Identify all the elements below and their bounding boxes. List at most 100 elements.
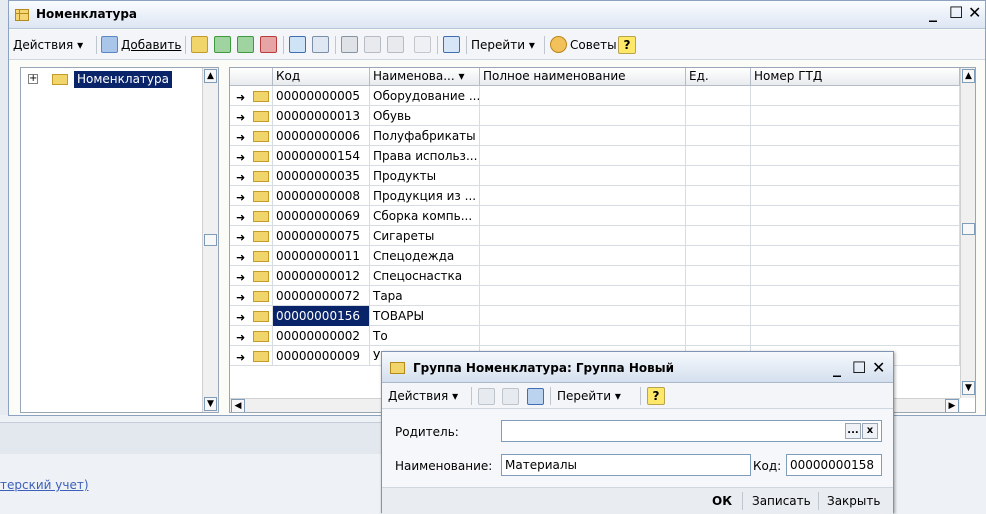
- cell-unit[interactable]: [686, 166, 751, 186]
- goto-menu[interactable]: Перейти ▾: [471, 35, 535, 55]
- table-row[interactable]: ➜ 00000000012 Спецоснастка: [230, 266, 960, 286]
- tree-scrollbar[interactable]: ▲ ▼: [202, 68, 218, 412]
- refresh-icon[interactable]: [527, 388, 544, 405]
- table-row[interactable]: ➜ 00000000035 Продукты: [230, 166, 960, 186]
- background-link[interactable]: терский учет): [0, 478, 89, 492]
- add-button[interactable]: Добавить: [121, 35, 181, 55]
- cell-name[interactable]: Спецоснастка: [370, 266, 480, 286]
- cell-gtd[interactable]: [751, 306, 960, 326]
- save-button[interactable]: Записать: [752, 494, 811, 508]
- table-row[interactable]: ➜ 00000000075 Сигареты: [230, 226, 960, 246]
- table-row[interactable]: ➜ 00000000011 Спецодежда: [230, 246, 960, 266]
- cell-unit[interactable]: [686, 86, 751, 106]
- cell-full-name[interactable]: [480, 106, 686, 126]
- cell-full-name[interactable]: [480, 206, 686, 226]
- parent-select-button[interactable]: ...: [845, 423, 861, 439]
- cell-name[interactable]: Права использ...: [370, 146, 480, 166]
- actions-menu[interactable]: Действия ▾: [13, 35, 83, 55]
- filter-history-icon[interactable]: [387, 36, 404, 53]
- copy-icon[interactable]: [214, 36, 231, 53]
- cell-full-name[interactable]: [480, 166, 686, 186]
- edit-icon[interactable]: [237, 36, 254, 53]
- next-icon[interactable]: [502, 388, 519, 405]
- cell-name[interactable]: Тара: [370, 286, 480, 306]
- minimize-button[interactable]: _: [929, 5, 937, 21]
- cell-code[interactable]: 00000000072: [273, 286, 370, 306]
- cell-unit[interactable]: [686, 246, 751, 266]
- cell-unit[interactable]: [686, 306, 751, 326]
- column-header-code[interactable]: Код: [273, 68, 370, 86]
- cell-code[interactable]: 00000000013: [273, 106, 370, 126]
- hierarchy-icon[interactable]: [289, 36, 306, 53]
- cell-gtd[interactable]: [751, 206, 960, 226]
- cell-name[interactable]: Сборка компь...: [370, 206, 480, 226]
- cell-code[interactable]: 00000000154: [273, 146, 370, 166]
- column-header-gtd[interactable]: Номер ГТД: [751, 68, 960, 86]
- cell-gtd[interactable]: [751, 126, 960, 146]
- cell-code[interactable]: 00000000008: [273, 186, 370, 206]
- cell-name[interactable]: Продукты: [370, 166, 480, 186]
- cell-code[interactable]: 00000000069: [273, 206, 370, 226]
- table-row[interactable]: ➜ 00000000156 ТОВАРЫ: [230, 306, 960, 326]
- cell-unit[interactable]: [686, 146, 751, 166]
- column-header-name[interactable]: Наименова... ▾: [370, 68, 480, 86]
- cell-code[interactable]: 00000000009: [273, 346, 370, 366]
- table-row[interactable]: ➜ 00000000013 Обувь: [230, 106, 960, 126]
- dialog-goto-menu[interactable]: Перейти ▾: [557, 386, 621, 406]
- dialog-close-button[interactable]: ✕: [872, 360, 885, 376]
- dialog-maximize-button[interactable]: ☐: [852, 360, 866, 376]
- table-row[interactable]: ➜ 00000000069 Сборка компь...: [230, 206, 960, 226]
- cell-unit[interactable]: [686, 326, 751, 346]
- cell-name[interactable]: Сигареты: [370, 226, 480, 246]
- cell-name[interactable]: Оборудование ...: [370, 86, 480, 106]
- cell-gtd[interactable]: [751, 326, 960, 346]
- scroll-right-icon[interactable]: ▶: [945, 399, 959, 412]
- table-row[interactable]: ➜ 00000000005 Оборудование ...: [230, 86, 960, 106]
- code-field[interactable]: 00000000158: [786, 454, 882, 476]
- dialog-minimize-button[interactable]: _: [833, 360, 841, 376]
- refresh-icon[interactable]: [443, 36, 460, 53]
- column-header-unit[interactable]: Ед.: [686, 68, 751, 86]
- table-row[interactable]: ➜ 00000000006 Полуфабрикаты: [230, 126, 960, 146]
- close-dialog-button[interactable]: Закрыть: [827, 494, 880, 508]
- scroll-thumb[interactable]: [204, 234, 217, 246]
- cell-gtd[interactable]: [751, 226, 960, 246]
- cell-gtd[interactable]: [751, 86, 960, 106]
- scroll-up-icon[interactable]: ▲: [962, 69, 975, 83]
- cell-full-name[interactable]: [480, 86, 686, 106]
- clear-filter-icon[interactable]: [414, 36, 431, 53]
- scroll-up-icon[interactable]: ▲: [204, 69, 217, 83]
- dialog-help-button[interactable]: ?: [647, 387, 665, 405]
- cell-name[interactable]: ТОВАРЫ: [370, 306, 480, 326]
- cell-gtd[interactable]: [751, 246, 960, 266]
- prev-icon[interactable]: [478, 388, 495, 405]
- cell-name[interactable]: Обувь: [370, 106, 480, 126]
- cell-unit[interactable]: [686, 186, 751, 206]
- cell-unit[interactable]: [686, 266, 751, 286]
- filter-list-icon[interactable]: [364, 36, 381, 53]
- cell-full-name[interactable]: [480, 286, 686, 306]
- cell-name[interactable]: То: [370, 326, 480, 346]
- cell-name[interactable]: Полуфабрикаты: [370, 126, 480, 146]
- close-button[interactable]: ✕: [968, 5, 981, 21]
- table-row[interactable]: ➜ 00000000008 Продукция из ...: [230, 186, 960, 206]
- delete-icon[interactable]: [260, 36, 277, 53]
- cell-code[interactable]: 00000000012: [273, 266, 370, 286]
- cell-unit[interactable]: [686, 126, 751, 146]
- table-vscrollbar[interactable]: ▲ ▼: [960, 68, 975, 398]
- cell-gtd[interactable]: [751, 286, 960, 306]
- cell-full-name[interactable]: [480, 246, 686, 266]
- cell-gtd[interactable]: [751, 166, 960, 186]
- scroll-thumb[interactable]: [962, 223, 975, 235]
- name-field[interactable]: Материалы: [501, 454, 751, 476]
- cell-code[interactable]: 00000000011: [273, 246, 370, 266]
- cell-gtd[interactable]: [751, 106, 960, 126]
- scroll-down-icon[interactable]: ▼: [204, 397, 217, 411]
- cell-full-name[interactable]: [480, 226, 686, 246]
- cell-unit[interactable]: [686, 226, 751, 246]
- filter-icon[interactable]: [341, 36, 358, 53]
- cell-code[interactable]: 00000000075: [273, 226, 370, 246]
- cell-name[interactable]: Продукция из ...: [370, 186, 480, 206]
- cell-unit[interactable]: [686, 106, 751, 126]
- cell-full-name[interactable]: [480, 306, 686, 326]
